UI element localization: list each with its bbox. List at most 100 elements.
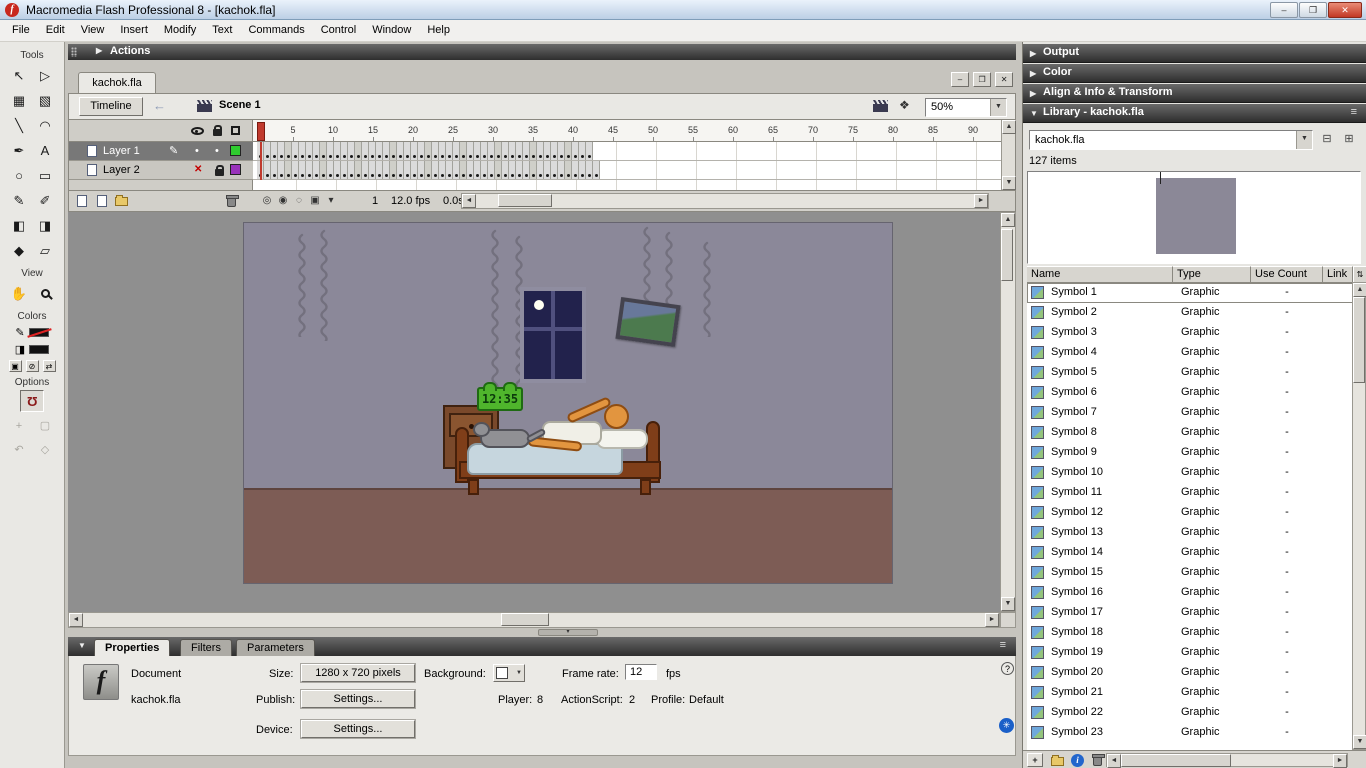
subselection-tool[interactable]: ▷ (32, 63, 58, 88)
scroll-right-arrow[interactable] (985, 613, 999, 627)
keyframe-cell[interactable] (397, 142, 404, 160)
keyframe-cell[interactable] (390, 142, 397, 160)
keyframe-cell[interactable] (271, 142, 278, 160)
scrollbar-thumb[interactable] (501, 613, 549, 626)
library-item[interactable]: Symbol 21 Graphic - (1027, 683, 1353, 703)
column-header-use-count[interactable]: Use Count (1251, 266, 1323, 283)
keyframe-cell[interactable] (579, 161, 586, 179)
keyframe-cell[interactable] (439, 161, 446, 179)
keyframe-cell[interactable] (369, 161, 376, 179)
selection-tool[interactable]: ↖ (6, 63, 32, 88)
keyframe-cell[interactable] (558, 161, 565, 179)
library-item[interactable]: Symbol 18 Graphic - (1027, 623, 1353, 643)
keyframe-cell[interactable] (320, 142, 327, 160)
library-item[interactable]: Symbol 22 Graphic - (1027, 703, 1353, 723)
close-button[interactable]: ✕ (1328, 2, 1362, 18)
menu-control[interactable]: Control (313, 20, 364, 41)
minimize-button[interactable]: – (1270, 2, 1298, 18)
keyframe-cell[interactable] (516, 161, 523, 179)
background-color-button[interactable] (493, 664, 525, 682)
keyframe-cell[interactable] (453, 161, 460, 179)
layer-hidden-x-icon[interactable] (194, 164, 202, 175)
pencil-tool[interactable]: ✎ (6, 188, 32, 213)
keyframe-cell[interactable] (453, 142, 460, 160)
collapse-handle[interactable] (538, 629, 598, 636)
collapse-arrow-icon[interactable]: ▼ (78, 641, 86, 650)
keyframe-cell[interactable] (579, 142, 586, 160)
delete-layer-button[interactable] (226, 195, 239, 207)
keyframe-cell[interactable] (306, 142, 313, 160)
stage-horizontal-scrollbar[interactable] (68, 612, 1000, 628)
keyframe-cell[interactable] (537, 142, 544, 160)
keyframe-cell[interactable] (530, 142, 537, 160)
fill-color-swatch[interactable] (29, 345, 50, 354)
timeline-toggle-button[interactable]: Timeline (79, 97, 143, 116)
library-item[interactable]: Symbol 14 Graphic - (1027, 543, 1353, 563)
library-horizontal-scrollbar[interactable] (1106, 753, 1348, 768)
column-header-link[interactable]: Link (1323, 266, 1353, 283)
keyframe-cell[interactable] (558, 142, 565, 160)
panel-output-header[interactable]: ▶ Output (1023, 44, 1366, 63)
swap-colors-button[interactable]: ⇄ (42, 360, 56, 372)
stroke-color-swatch[interactable] (28, 328, 49, 337)
new-symbol-button[interactable] (1027, 753, 1043, 767)
tab-filters[interactable]: Filters (180, 639, 232, 656)
text-tool[interactable]: A (32, 138, 58, 163)
scroll-up-arrow[interactable] (1353, 283, 1366, 297)
panel-menu-icon[interactable] (1351, 106, 1357, 118)
keyframe-cell[interactable] (278, 142, 285, 160)
keyframe-cell[interactable] (418, 161, 425, 179)
keyframe-cell[interactable] (467, 142, 474, 160)
keyframe-cell[interactable] (446, 161, 453, 179)
update-icon[interactable]: ✳ (999, 718, 1014, 733)
keyframe-cell[interactable] (348, 161, 355, 179)
scroll-up-arrow[interactable] (1001, 213, 1015, 227)
menu-edit[interactable]: Edit (38, 20, 73, 41)
keyframe-cell[interactable] (362, 142, 369, 160)
show-hide-all-layers-icon[interactable] (191, 127, 204, 135)
menu-window[interactable]: Window (364, 20, 419, 41)
doc-restore-button[interactable]: ❐ (973, 72, 992, 87)
keyframe-cell[interactable] (425, 161, 432, 179)
back-arrow-icon[interactable] (153, 98, 166, 113)
frames-area[interactable]: 5 10 15 20 25 30 35 40 45 50 55 60 65 70 75 80 85 90 (253, 120, 1001, 190)
keyframe-cell[interactable] (404, 142, 411, 160)
layer-visible-dot[interactable] (195, 145, 199, 157)
ink-bottle-tool[interactable]: ◧ (6, 213, 32, 238)
timeline-ruler[interactable]: 5 10 15 20 25 30 35 40 45 50 55 60 65 70 75 80 85 90 (253, 120, 1001, 142)
keyframe-cell[interactable] (383, 142, 390, 160)
frame-rate-input[interactable]: 12 (625, 664, 657, 680)
keyframe-cell[interactable] (397, 161, 404, 179)
library-item[interactable]: Symbol 15 Graphic - (1027, 563, 1353, 583)
keyframe-cell[interactable] (544, 142, 551, 160)
eraser-tool[interactable]: ▱ (32, 238, 58, 263)
library-item[interactable]: Symbol 9 Graphic - (1027, 443, 1353, 463)
help-icon[interactable]: ? (1001, 662, 1014, 675)
keyframe-cell[interactable] (523, 142, 530, 160)
no-color-button[interactable]: ⊘ (25, 360, 39, 372)
device-settings-button[interactable]: Settings... (301, 720, 415, 738)
keyframe-cell[interactable] (306, 161, 313, 179)
keyframe-cell[interactable] (369, 142, 376, 160)
library-item[interactable]: Symbol 5 Graphic - (1027, 363, 1353, 383)
panel-menu-icon[interactable] (1000, 639, 1006, 651)
layer1-name[interactable]: Layer 1 (103, 145, 140, 157)
panel-align-info-transform-header[interactable]: ▶ Align & Info & Transform (1023, 84, 1366, 103)
keyframe-cell[interactable] (334, 142, 341, 160)
keyframe-cell[interactable] (411, 161, 418, 179)
scroll-down-arrow[interactable] (1001, 597, 1015, 611)
edit-scene-button[interactable] (873, 100, 888, 112)
actions-panel-header[interactable]: ▶ Actions (68, 44, 1016, 60)
doc-minimize-button[interactable]: – (951, 72, 969, 87)
eyedropper-tool[interactable]: ◆ (6, 238, 32, 263)
scroll-right-arrow[interactable] (974, 194, 988, 208)
keyframe-cell[interactable] (313, 142, 320, 160)
onion-skin-button[interactable]: ◉ (275, 195, 291, 206)
sort-order-button[interactable] (1353, 266, 1366, 283)
menu-help[interactable]: Help (419, 20, 458, 41)
tab-properties[interactable]: Properties (94, 639, 171, 656)
keyframe-cell[interactable] (551, 161, 558, 179)
keyframe-cell[interactable] (313, 161, 320, 179)
keyframe-cell[interactable] (355, 161, 362, 179)
keyframe-cell[interactable] (432, 161, 439, 179)
